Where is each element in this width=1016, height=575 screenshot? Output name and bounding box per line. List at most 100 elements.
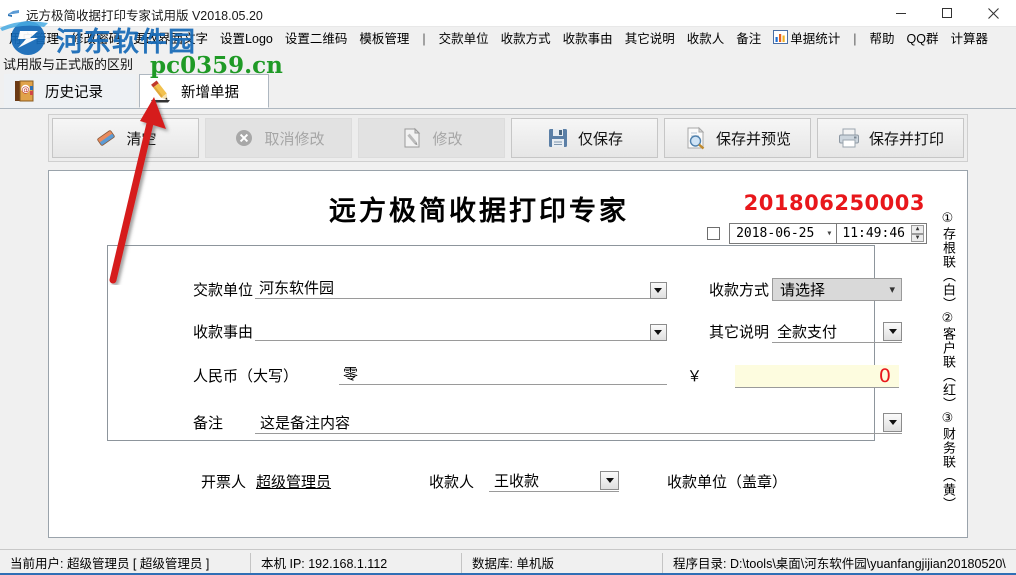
menu-item-template-management[interactable]: 模板管理 [353,29,415,49]
menu-item-set-qrcode[interactable]: 设置二维码 [279,29,354,49]
other-note-dropdown-button[interactable] [883,321,902,341]
amount-cn-input[interactable] [339,365,667,385]
date-value: 2018-06-25 [736,226,815,241]
cancel-edit-button-label: 取消修改 [264,130,325,148]
stamp-label-text: 收款单位（盖章） [667,474,788,491]
preview-magnifier-icon [684,126,708,150]
status-current-user: 当前用户: 超级管理员 [ 超级管理员 ] [10,557,210,571]
minimize-button[interactable] [878,0,924,26]
payee-label: 收款人 [429,474,475,491]
save-only-button[interactable]: 仅保存 [511,118,658,158]
remark-combo[interactable]: 这是备注内容 [255,411,902,434]
menu-item-user-management[interactable]: 用户管理 [3,29,65,49]
payee-field: 收款人 [429,471,474,492]
pay-method-value: 请选择 [780,282,826,299]
time-picker[interactable]: 11:49:46 ▲ ▼ [837,223,927,244]
issuer-value: 超级管理员 [256,474,332,491]
chart-bar-icon [773,30,789,48]
triangle-down-icon [654,329,662,335]
receipt-title: 远方极简收据打印专家 [329,196,629,227]
menu-item-other-note[interactable]: 其它说明 [619,29,681,49]
chevron-down-icon: ▾ [826,228,833,239]
menu-item-payee[interactable]: 收款人 [681,29,731,49]
other-note-label: 其它说明 [709,324,770,341]
amount-input[interactable]: 0 [735,365,899,388]
payer-input[interactable] [255,279,667,299]
currency-symbol: ￥ [687,368,703,385]
edit-page-icon [400,126,424,150]
stamp-label: 收款单位（盖章） [667,471,787,492]
reason-dropdown-button[interactable] [649,322,667,342]
menu-item-payer-unit[interactable]: 交款单位 [433,29,495,49]
menu-item-payment-reason[interactable]: 收款事由 [557,29,619,49]
issuer-field: 开票人 超级管理员 [201,471,331,492]
edit-button[interactable]: 修改 [358,118,505,158]
application-window: 远方极简收据打印专家试用版 V2018.05.20 用户管理 修改密码 更改界面… [0,0,1016,575]
pencil-icon [148,78,174,104]
remark-dropdown-button[interactable] [883,412,902,432]
menu-separator-2: | [853,32,857,46]
action-toolbar: 清空 取消修改 修改 仅保存 保存并预览 保存并打印 [48,114,968,162]
amount-value: 0 [878,365,891,387]
receipt-number: 201806250003 [743,191,925,215]
menu-item-change-password[interactable]: 修改密码 [65,29,127,49]
payee-combo[interactable]: 王收款 [489,469,619,492]
pay-method-combo[interactable]: 请选择 ▾ [772,278,902,301]
issuer-label: 开票人 [201,474,247,491]
cancel-circle-icon [232,126,256,150]
status-program-dir: 程序目录: D:\tools\桌面\河东软件园\yuanfangjijian20… [673,557,1006,571]
save-only-button-label: 仅保存 [577,130,623,148]
edit-button-label: 修改 [432,130,463,148]
trial-version-note[interactable]: 试用版与正式版的区别 [3,54,133,73]
copy-legend-vertical-text: ①存根联（白）②客户联（红）③财务联（黄） [941,211,956,511]
eraser-icon [94,126,118,150]
spinner-up-icon[interactable]: ▲ [911,225,924,234]
payee-dropdown-button[interactable] [600,470,619,490]
menu-item-change-ui-text[interactable]: 更改界面文字 [127,29,214,49]
date-enable-checkbox[interactable] [707,227,721,240]
tab-history-records[interactable]: @ 历史记录 [4,74,136,108]
reason-input[interactable] [255,321,667,341]
time-value: 11:49:46 [842,226,905,241]
triangle-down-icon [654,287,662,293]
status-database: 数据库: 单机版 [472,557,554,571]
menu-item-payment-method[interactable]: 收款方式 [495,29,557,49]
cancel-edit-button[interactable]: 取消修改 [205,118,352,158]
payer-label: 交款单位 [193,282,254,299]
svg-text:@: @ [22,85,30,94]
menu-item-qq-group[interactable]: QQ群 [901,29,945,49]
time-spinner[interactable]: ▲ ▼ [911,225,924,242]
floppy-disk-icon [546,126,570,150]
app-icon [7,6,21,20]
menu-item-receipt-statistics[interactable]: 单据统计 [767,28,846,50]
date-picker[interactable]: 2018-06-25 ▾ [729,223,838,244]
triangle-down-icon [605,477,614,483]
save-and-print-button[interactable]: 保存并打印 [817,118,964,158]
tab-strip: @ 历史记录 新增单据 [0,72,1016,109]
save-and-preview-button[interactable]: 保存并预览 [664,118,811,158]
tab-new-receipt-label: 新增单据 [181,84,239,101]
window-title: 远方极简收据打印专家试用版 V2018.05.20 [26,9,263,23]
clear-button-label: 清空 [126,130,157,148]
other-note-combo[interactable]: 全款支付 [772,320,902,343]
menu-item-calculator[interactable]: 计算器 [944,29,994,49]
close-button[interactable] [970,0,1016,26]
remark-label: 备注 [193,415,224,432]
window-controls [878,0,1016,26]
menu-item-set-logo[interactable]: 设置Logo [214,29,279,49]
triangle-down-icon [888,419,897,425]
spinner-down-icon[interactable]: ▼ [911,233,924,242]
clear-button[interactable]: 清空 [52,118,199,158]
status-bar: 当前用户: 超级管理员 [ 超级管理员 ] 本机 IP: 192.168.1.1… [0,549,1016,575]
payer-dropdown-button[interactable] [649,280,667,300]
other-note-value: 全款支付 [777,323,838,341]
menu-separator-1: | [422,32,426,46]
remark-value: 这是备注内容 [260,414,351,432]
menu-item-remark[interactable]: 备注 [730,29,767,49]
maximize-button[interactable] [924,0,970,26]
signature-row: 开票人 超级管理员 收款人 王收款 收款单位（盖章） [49,469,969,499]
triangle-down-icon [888,328,897,334]
tab-new-receipt[interactable]: 新增单据 [139,74,269,108]
save-and-preview-button-label: 保存并预览 [715,130,791,148]
menu-item-help[interactable]: 帮助 [864,29,901,49]
